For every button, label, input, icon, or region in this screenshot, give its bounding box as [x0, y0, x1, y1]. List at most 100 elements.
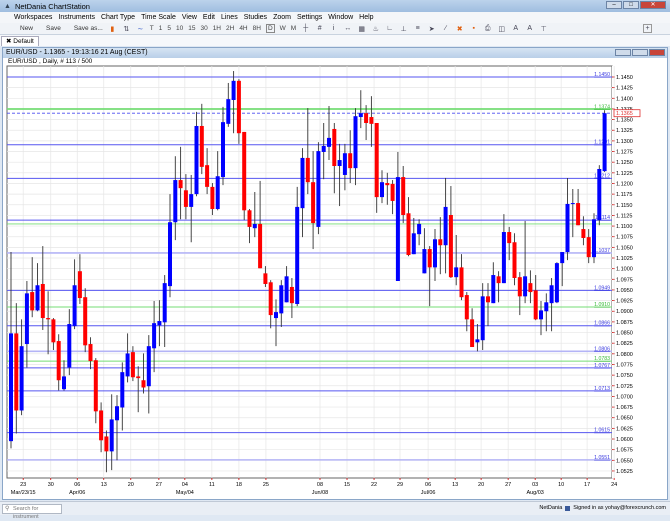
candle-up: [215, 176, 220, 210]
menu-studies[interactable]: Studies: [244, 14, 267, 21]
timescale-1h[interactable]: 1H: [213, 25, 221, 32]
candle-up: [475, 339, 480, 343]
save-button[interactable]: Save: [46, 25, 61, 32]
menu-chart-type[interactable]: Chart Type: [101, 14, 135, 21]
candle-up: [549, 285, 554, 304]
grid-icon[interactable]: #: [315, 24, 324, 33]
line-chart-icon[interactable]: ∼: [136, 24, 145, 33]
level-label: 1.0949: [594, 285, 610, 291]
save-as-button[interactable]: Save as...: [74, 25, 103, 32]
menu-window[interactable]: Window: [328, 14, 353, 21]
zoom-in-icon[interactable]: A: [511, 24, 520, 33]
candle-up: [327, 137, 331, 147]
bar-chart-icon[interactable]: ⇅: [122, 24, 131, 33]
candlestick-chart-icon[interactable]: ▮: [108, 24, 117, 33]
candle-down: [401, 177, 406, 215]
candle-down: [459, 267, 464, 298]
y-tick-label: 1.1125: [616, 213, 632, 219]
x-tick-label: 11: [209, 482, 215, 488]
tab-default[interactable]: ✖ Default: [1, 36, 39, 46]
candle-down: [470, 319, 475, 348]
y-tick-label: 1.0775: [616, 362, 633, 368]
x-tick-label: 17: [584, 482, 590, 488]
candle-down: [374, 122, 379, 198]
chart-close-button[interactable]: [649, 49, 665, 56]
menu-zoom[interactable]: Zoom: [273, 14, 291, 21]
fit-icon[interactable]: ⊤: [539, 24, 548, 33]
arrow-tool-icon[interactable]: ➤: [427, 24, 436, 33]
menu-settings[interactable]: Settings: [297, 14, 322, 21]
timescale-1m[interactable]: 1: [159, 25, 163, 32]
candle-down: [51, 319, 56, 343]
timescale-15m[interactable]: 15: [188, 25, 195, 32]
crosshair-icon[interactable]: ┼: [301, 24, 310, 33]
candle-down: [178, 180, 183, 189]
candle-up: [321, 145, 326, 152]
candle-down: [586, 237, 591, 258]
timescale-tick[interactable]: T: [150, 25, 154, 32]
timescale-5m[interactable]: 5: [167, 25, 171, 32]
timescale-8h[interactable]: 8H: [253, 25, 261, 32]
timescale-weekly[interactable]: W: [280, 25, 286, 32]
minimize-button[interactable]: –: [606, 1, 622, 9]
candle-down: [496, 276, 501, 284]
candle-down: [77, 271, 82, 299]
candle-up: [24, 293, 29, 345]
timescale-4h[interactable]: 4H: [239, 25, 247, 32]
close-button[interactable]: ✕: [640, 1, 666, 9]
candle-up: [279, 285, 284, 314]
alert-bell-icon[interactable]: ♨: [371, 24, 380, 33]
menu-help[interactable]: Help: [359, 14, 373, 21]
y-tick-label: 1.0975: [616, 277, 633, 283]
scroll-icon[interactable]: ↔: [343, 24, 352, 33]
candle-down: [364, 113, 369, 123]
delete-drawing-icon[interactable]: ✖: [455, 24, 464, 33]
candle-down: [247, 210, 252, 227]
chart-minimize-button[interactable]: [615, 49, 631, 56]
candle-up: [539, 310, 543, 320]
x-tick-label: 18: [236, 482, 242, 488]
chart-restore-button[interactable]: [632, 49, 648, 56]
candle-down: [528, 283, 533, 293]
menu-time-scale[interactable]: Time Scale: [141, 14, 176, 21]
timescale-2h[interactable]: 2H: [226, 25, 234, 32]
candle-up: [480, 296, 485, 341]
menu-instruments[interactable]: Instruments: [58, 14, 95, 21]
menu-view[interactable]: View: [182, 14, 197, 21]
instrument-search-input[interactable]: ⚲ Search for instrument: [2, 504, 62, 520]
timescale-daily[interactable]: D: [265, 24, 275, 33]
x-tick-label: 30: [48, 482, 54, 488]
delete-all-icon[interactable]: ▪: [469, 24, 478, 33]
timescale-30m[interactable]: 30: [200, 25, 207, 32]
print-preview-icon[interactable]: ◫: [497, 24, 506, 33]
level-label: 1.1374: [594, 104, 610, 110]
layout-icon[interactable]: +: [643, 24, 652, 33]
channel-tool-icon[interactable]: ≡: [413, 24, 422, 33]
current-price-label: 1.1365: [616, 111, 633, 117]
menu-edit[interactable]: Edit: [203, 14, 215, 21]
scale-icon[interactable]: ▦: [357, 24, 366, 33]
y-tick-label: 1.0650: [616, 416, 633, 422]
timescale-monthly[interactable]: M: [291, 25, 296, 32]
print-icon[interactable]: ⎙: [483, 24, 492, 33]
candle-up: [433, 239, 437, 268]
level-label: 1.0713: [594, 386, 610, 392]
zoom-out-icon[interactable]: A: [525, 24, 534, 33]
level-label: 1.0866: [594, 321, 610, 327]
info-icon[interactable]: i: [329, 24, 338, 33]
menu-lines[interactable]: Lines: [221, 14, 238, 21]
trendline-icon[interactable]: ∕: [441, 24, 450, 33]
x-tick-label: 27: [156, 482, 162, 488]
candle-down: [141, 380, 146, 388]
line-tool-icon[interactable]: ∟: [385, 24, 394, 33]
brand-label: NetDania: [539, 505, 563, 511]
timescale-10m[interactable]: 10: [176, 25, 183, 32]
maximize-button[interactable]: □: [623, 1, 639, 9]
new-button[interactable]: New: [20, 25, 33, 32]
x-month-label: Mar/23/15: [11, 490, 36, 496]
fib-tool-icon[interactable]: ⊥: [399, 24, 408, 33]
price-chart[interactable]: 1.14501.14251.14001.13751.13501.13251.13…: [0, 58, 670, 501]
y-tick-label: 1.0800: [616, 352, 633, 358]
x-tick-label: 20: [478, 482, 484, 488]
menu-workspaces[interactable]: Workspaces: [14, 14, 52, 21]
